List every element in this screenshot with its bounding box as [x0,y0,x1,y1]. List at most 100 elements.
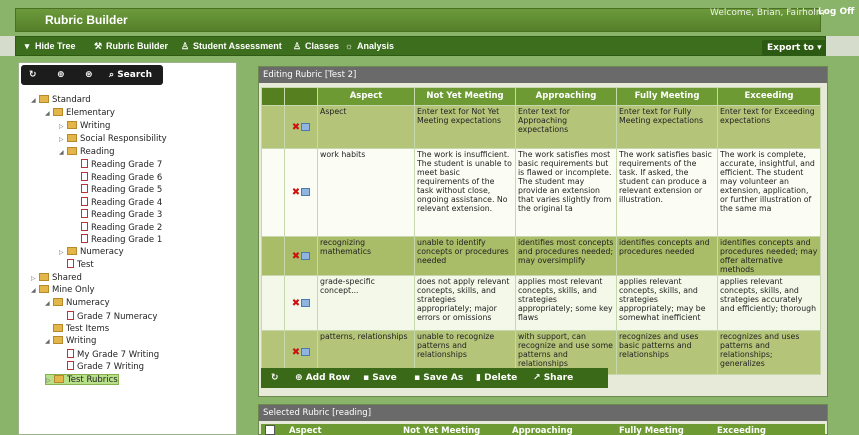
header-not-yet-meeting: Not Yet Meeting [414,87,516,106]
collapsed-icon[interactable]: ▷ [59,134,65,145]
save-as-button[interactable]: ▪ Save As [414,368,463,388]
delete-row-icon[interactable]: ✖ [292,251,300,261]
tree-folder[interactable]: ▷ Shared [31,273,82,284]
criteria-cell[interactable]: does not apply relevant concepts, skills… [414,275,516,331]
tree-node-label: Reading Grade 3 [91,210,163,220]
collapsed-icon[interactable]: ▷ [46,375,52,386]
expanded-icon[interactable]: ◢ [59,147,65,158]
tree-folder[interactable]: ▷ Test Rubrics [45,374,119,385]
add-icon[interactable]: ⊕ [57,65,65,85]
tree-rubric[interactable]: Reading Grade 7 [73,159,162,170]
collapsed-icon[interactable]: ▷ [31,273,37,284]
tree-folder[interactable]: ◢ Writing [45,336,96,347]
edit-row-icon[interactable] [301,251,311,260]
folder-icon [39,273,49,281]
refresh-icon[interactable]: ↻ [271,368,279,388]
edit-row-icon[interactable] [301,122,311,131]
criteria-cell[interactable]: The work is insufficient. The student is… [414,148,516,237]
criteria-cell[interactable]: identifies concepts and procedures neede… [717,236,821,276]
expanded-icon[interactable]: ◢ [45,298,51,309]
trash-icon: ▮ [476,373,481,383]
criteria-cell[interactable]: Enter text for Not Yet Meeting expectati… [414,105,516,149]
criteria-cell[interactable]: applies relevant concepts, skills, and s… [616,275,718,331]
aspect-cell[interactable]: recognizing mathematics [317,236,415,276]
export-button[interactable]: Export to ▾ [762,40,826,56]
header-blank [284,87,318,106]
delete-button[interactable]: ▮ Delete [476,368,517,388]
aspect-cell[interactable]: grade-specific concept... [317,275,415,331]
document-icon [81,184,88,193]
aspect-cell[interactable]: work habits [317,148,415,237]
folder-icon [53,336,63,344]
expanded-icon[interactable]: ◢ [31,95,37,106]
criteria-cell[interactable]: Enter text for Approaching expectations [515,105,617,149]
tree-rubric[interactable]: Grade 7 Writing [59,361,144,372]
tree-folder[interactable]: ▷ Numeracy [59,247,124,258]
tree-rubric[interactable]: Reading Grade 1 [73,234,162,245]
editing-rubric-title: Editing Rubric [Test 2] [259,67,827,83]
delete-row-icon[interactable]: ✖ [292,298,300,308]
collapsed-icon[interactable]: ▷ [59,247,65,258]
save-button[interactable]: ▪ Save [363,368,397,388]
rubric-row: ✖ recognizing mathematics unable to identi… [261,236,821,276]
criteria-cell[interactable]: applies most relevant concepts, skills, … [515,275,617,331]
rubric-builder-button[interactable]: ⚒ Rubric Builder [93,37,168,55]
tree-rubric[interactable]: Reading Grade 2 [73,222,162,233]
classes-button[interactable]: ♙ Classes [292,37,339,55]
tree-folder[interactable]: ◢ Elementary [45,108,115,119]
tree-folder[interactable]: Test Items [45,324,109,335]
up-icon[interactable]: ⊛ [85,65,93,85]
row-handle[interactable] [261,105,285,149]
tree-rubric[interactable]: Reading Grade 5 [73,184,162,195]
row-handle[interactable] [261,236,285,276]
expanded-icon[interactable]: ◢ [31,285,37,296]
collapsed-icon[interactable]: ▷ [59,121,65,132]
tree-folder[interactable]: ◢ Standard [31,95,91,106]
criteria-cell[interactable]: unable to identify concepts or procedure… [414,236,516,276]
expanded-icon[interactable]: ◢ [45,108,51,119]
criteria-cell[interactable]: identifies concepts and procedures neede… [616,236,718,276]
tree-rubric[interactable]: Test [59,259,94,270]
tree-folder[interactable]: ◢ Mine Only [31,285,94,296]
tree-folder[interactable]: ▷ Writing [59,121,110,132]
edit-row-icon[interactable] [301,348,311,356]
tree-rubric[interactable]: Grade 7 Numeracy [59,311,157,322]
tree-folder[interactable]: ◢ Numeracy [45,298,110,309]
add-row-button[interactable]: ⊕ Add Row [295,368,350,388]
analysis-button[interactable]: ☼ Analysis [344,37,394,55]
share-button[interactable]: ↗ Share [533,368,573,388]
tree-rubric[interactable]: Reading Grade 3 [73,209,162,220]
criteria-cell[interactable]: The work is complete, accurate, insightf… [717,148,821,237]
edit-row-icon[interactable] [301,188,311,196]
criteria-cell[interactable]: Enter text for Fully Meeting expectation… [616,105,718,149]
delete-row-icon[interactable]: ✖ [292,188,300,198]
tree-node-label: Reading Grade 4 [91,198,163,208]
tree-rubric[interactable]: Reading Grade 4 [73,197,162,208]
edit-row-icon[interactable] [301,298,311,307]
criteria-cell[interactable]: The work satisfies most basic requiremen… [515,148,617,237]
select-all-checkbox[interactable] [265,425,275,435]
row-handle[interactable] [261,275,285,331]
hide-tree-button[interactable]: ▾ Hide Tree [22,37,76,55]
criteria-cell[interactable]: identifies most concepts and procedures … [515,236,617,276]
delete-row-icon[interactable]: ✖ [292,348,300,358]
delete-row-icon[interactable]: ✖ [292,122,300,132]
criteria-cell[interactable]: recognizes and uses basic patterns and r… [616,330,718,375]
row-handle[interactable] [261,148,285,237]
tree-folder[interactable]: ◢ Reading [59,147,115,158]
criteria-cell[interactable]: The work satisfies basic requirements of… [616,148,718,237]
criteria-cell[interactable]: recognizes and uses patterns and relatio… [717,330,821,375]
logoff-link[interactable]: Log Off [818,7,854,17]
row-controls: ✖ [284,275,318,331]
tree-folder[interactable]: ▷ Social Responsibility [59,134,167,145]
expanded-icon[interactable]: ◢ [45,336,51,347]
tree-rubric[interactable]: My Grade 7 Writing [59,349,159,360]
criteria-cell[interactable]: applies relevant concepts, skills, and s… [717,275,821,331]
refresh-icon[interactable]: ↻ [29,65,37,85]
tree-rubric[interactable]: Reading Grade 6 [73,172,162,183]
app-title: Rubric Builder [45,13,128,27]
criteria-cell[interactable]: Enter text for Exceeding expectations [717,105,821,149]
search-button[interactable]: ⌕ Search [109,65,152,85]
student-assessment-button[interactable]: ♙ Student Assessment [180,37,282,55]
aspect-cell[interactable]: Aspect [317,105,415,149]
